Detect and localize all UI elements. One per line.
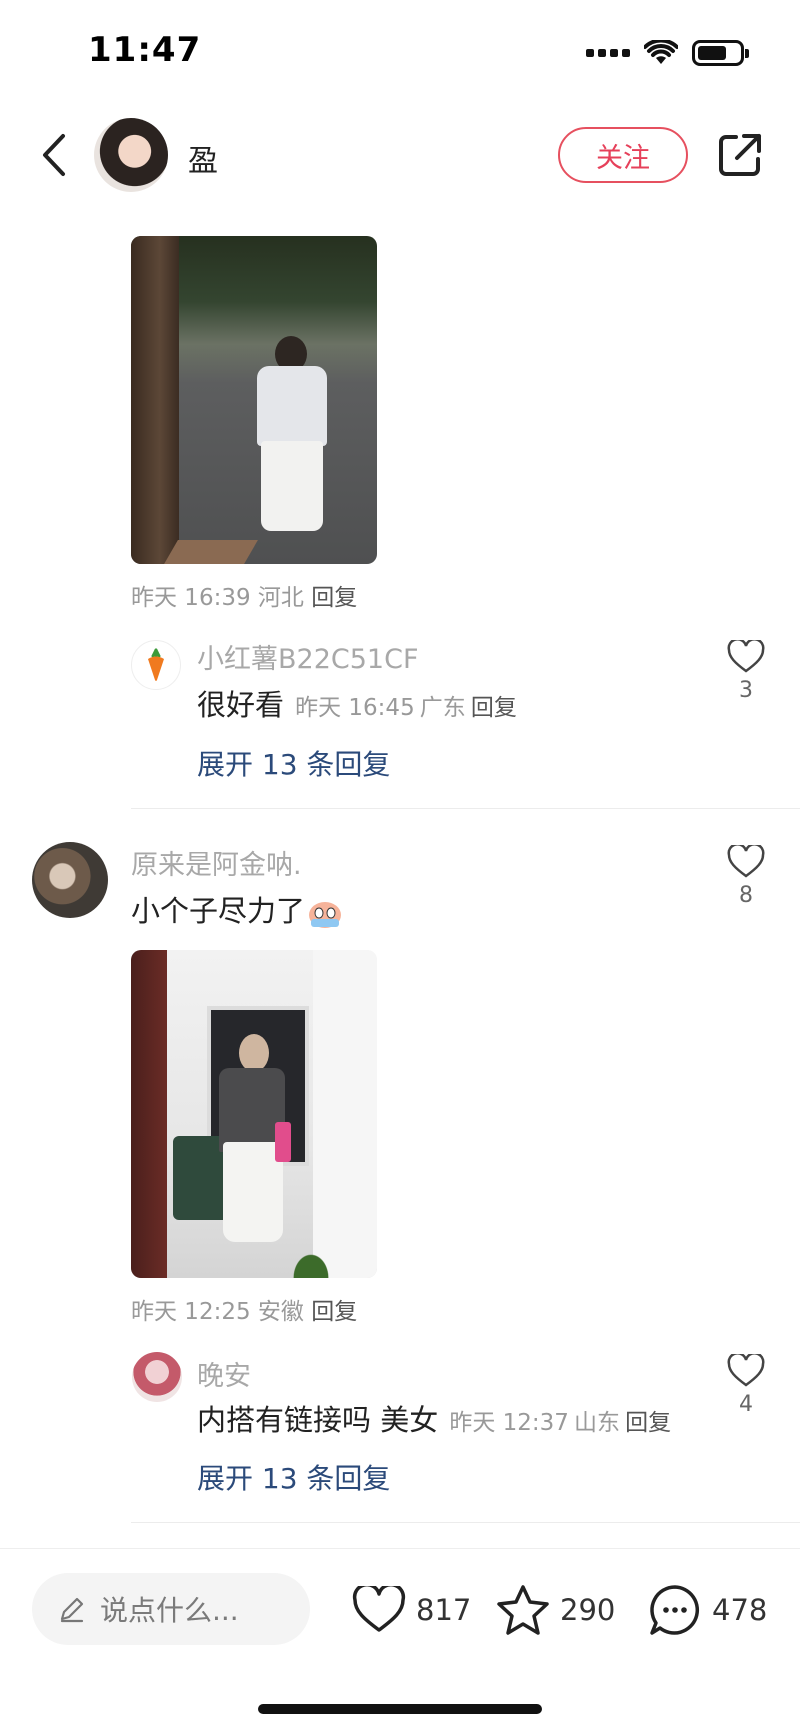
expand-replies-link[interactable]: 展开 13 条回复: [197, 743, 390, 783]
back-icon: [43, 134, 65, 176]
reply-button[interactable]: 回复: [625, 1410, 671, 1436]
comment-button[interactable]: 478: [648, 1581, 767, 1639]
comment-meta: 昨天 16:39 河北 回复: [131, 578, 357, 612]
wifi-icon: [644, 40, 678, 64]
home-indicator: [258, 1704, 542, 1714]
comment-meta: 昨天 12:25 安徽 回复: [131, 1292, 357, 1326]
signal-icon: [586, 49, 630, 57]
comment-username[interactable]: 原来是阿金呐.: [131, 843, 302, 882]
author-name[interactable]: 盈: [188, 136, 218, 180]
back-button[interactable]: [34, 128, 74, 182]
reply-location: 山东: [574, 1410, 620, 1436]
reply-time: 昨天 12:37: [449, 1410, 569, 1436]
reply-time: 昨天 16:45: [295, 695, 415, 721]
reply-content: 很好看: [197, 688, 285, 722]
battery-icon: [692, 40, 749, 66]
comment-like[interactable]: 8: [716, 845, 776, 908]
heart-icon: [352, 1586, 406, 1632]
reply-username[interactable]: 晚安: [197, 1354, 251, 1393]
comment-photo[interactable]: [131, 950, 377, 1278]
status-time: 11:47: [88, 30, 202, 70]
reply-button[interactable]: 回复: [471, 695, 517, 721]
reply-line: 内搭有链接吗 美女 昨天 12:37 山东 回复: [197, 1397, 671, 1439]
heart-icon: [727, 1354, 765, 1387]
input-placeholder: 说点什么...: [100, 1594, 239, 1627]
reply-location: 广东: [419, 695, 466, 721]
author-avatar[interactable]: [94, 118, 168, 192]
share-icon: [719, 134, 761, 176]
pencil-icon: [60, 1597, 84, 1623]
reply-like[interactable]: 3: [716, 640, 776, 703]
comment-count: 478: [712, 1593, 768, 1627]
comment-time: 昨天 16:39: [131, 585, 251, 611]
heart-icon: [727, 845, 765, 878]
comment-location: 安徽: [257, 1299, 304, 1325]
divider: [131, 1522, 800, 1523]
comment-location: 河北: [257, 585, 304, 611]
comment-time: 昨天 12:25: [131, 1299, 251, 1325]
comment-avatar[interactable]: [32, 842, 108, 918]
reply-avatar[interactable]: [132, 1352, 182, 1402]
like-count: 817: [416, 1593, 472, 1627]
reply-button[interactable]: 回复: [311, 1299, 357, 1325]
reply-line: 很好看 昨天 16:45 广东 回复: [197, 682, 517, 724]
reply-content: 内搭有链接吗 美女: [197, 1403, 439, 1437]
reply-avatar[interactable]: [131, 640, 181, 690]
heart-icon: [727, 640, 765, 673]
comment-content: 小个子尽力了: [131, 888, 343, 930]
expand-replies-link[interactable]: 展开 13 条回复: [197, 1457, 390, 1497]
comment-input[interactable]: 说点什么...: [32, 1573, 310, 1645]
chat-icon: [650, 1585, 700, 1635]
reply-button[interactable]: 回复: [311, 585, 357, 611]
share-button[interactable]: [716, 131, 764, 179]
like-count: 8: [739, 883, 753, 908]
like-count: 3: [739, 678, 753, 703]
like-button[interactable]: 817: [352, 1581, 471, 1639]
status-icons: [586, 38, 749, 68]
crying-emoji-icon: [309, 902, 342, 928]
comment-photo[interactable]: [131, 236, 377, 564]
comment-text: 小个子尽力了: [131, 894, 306, 928]
follow-button[interactable]: 关注: [558, 127, 688, 183]
like-count: 4: [739, 1392, 753, 1417]
collect-count: 290: [560, 1593, 616, 1627]
star-icon: [497, 1585, 549, 1635]
reply-username[interactable]: 小红薯B22C51CF: [197, 637, 418, 676]
divider: [131, 808, 800, 809]
collect-button[interactable]: 290: [496, 1581, 615, 1639]
reply-like[interactable]: 4: [716, 1354, 776, 1417]
carrot-icon: [148, 648, 164, 681]
